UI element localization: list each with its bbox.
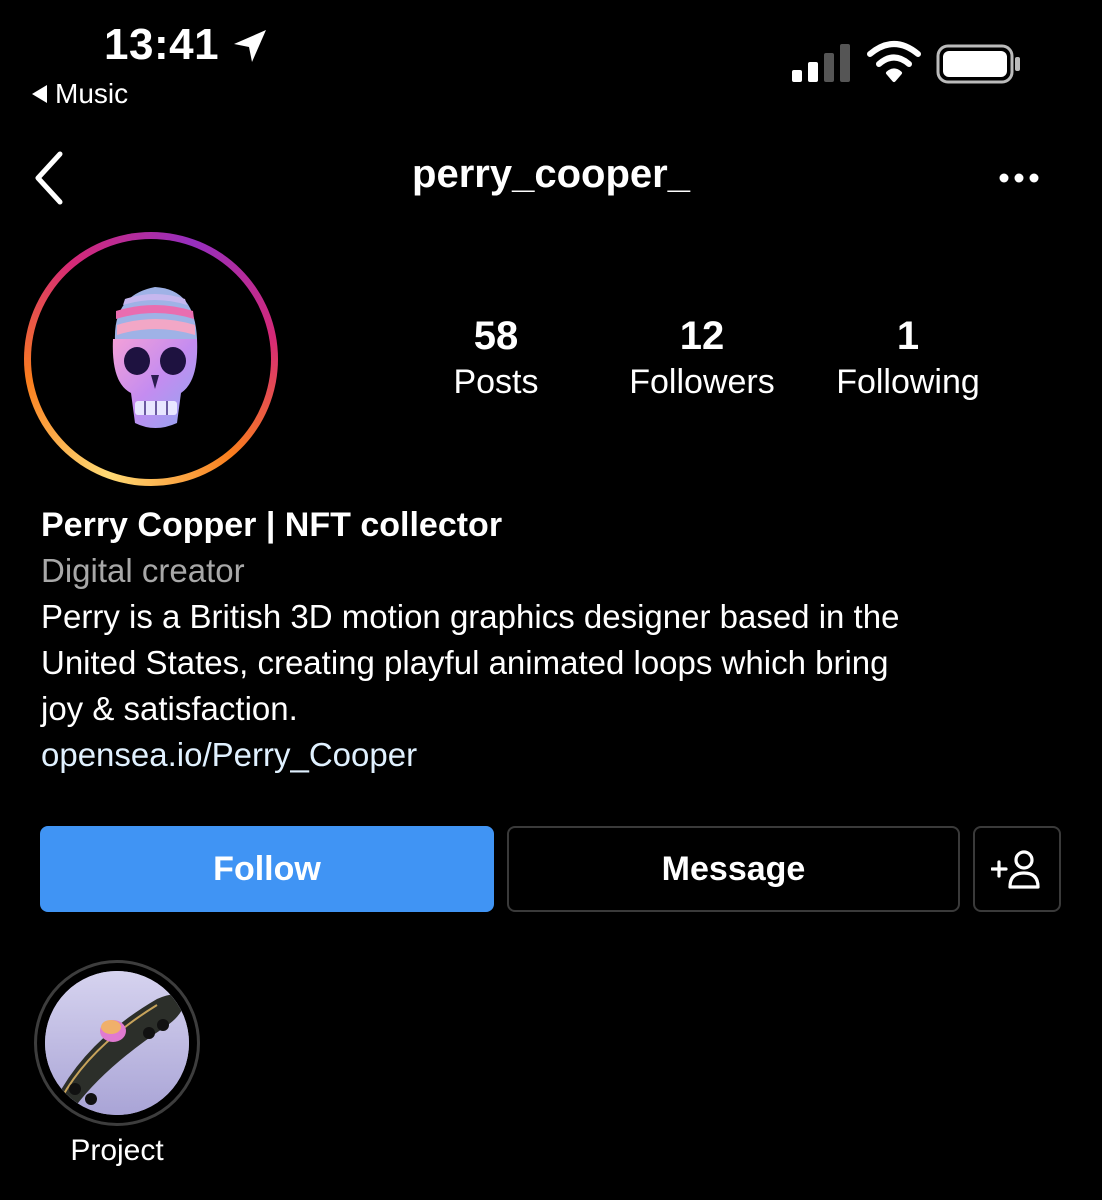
battery-icon — [936, 44, 1020, 84]
stat-following[interactable]: 1 Following — [808, 312, 1008, 404]
signal-icon — [792, 44, 850, 82]
stat-following-label: Following — [836, 363, 980, 401]
profile-username: perry_cooper_ — [412, 152, 690, 196]
location-arrow-icon — [234, 30, 266, 62]
bio-line: United States, creating playful animated… — [41, 644, 889, 681]
back-triangle-icon — [32, 85, 47, 103]
stat-posts[interactable]: 58 Posts — [396, 312, 596, 404]
story-highlight-project[interactable] — [34, 960, 200, 1126]
status-time: 13:41 — [104, 20, 220, 69]
bio-line: Perry is a British 3D motion graphics de… — [41, 598, 900, 635]
back-app-label: Music — [55, 78, 129, 109]
back-to-app-link[interactable]: Music — [32, 78, 128, 110]
wifi-icon — [867, 41, 921, 82]
profile-bio: Perry Copper | NFT collector Digital cre… — [41, 502, 1051, 778]
highlight-label: Project — [70, 1134, 164, 1167]
follow-button[interactable]: Follow — [40, 826, 494, 912]
more-horizontal-icon[interactable] — [996, 160, 1042, 196]
stat-followers[interactable]: 12 Followers — [602, 312, 802, 404]
skull-avatar-image — [47, 255, 255, 463]
profile-display-name: Perry Copper | NFT collector — [41, 506, 503, 544]
stat-following-value: 1 — [896, 314, 920, 358]
bio-line: joy & satisfaction. — [41, 690, 298, 727]
profile-avatar[interactable] — [24, 232, 278, 486]
suggest-people-button[interactable] — [973, 826, 1061, 912]
stat-followers-value: 12 — [679, 314, 725, 358]
profile-category: Digital creator — [41, 552, 245, 589]
stat-posts-label: Posts — [453, 363, 539, 401]
stat-posts-value: 58 — [473, 314, 519, 358]
message-button[interactable]: Message — [507, 826, 960, 912]
profile-link[interactable]: opensea.io/Perry_Cooper — [41, 732, 1051, 778]
add-person-icon — [991, 850, 1040, 889]
skateboard-highlight-image — [45, 971, 189, 1115]
stat-followers-label: Followers — [629, 363, 775, 401]
